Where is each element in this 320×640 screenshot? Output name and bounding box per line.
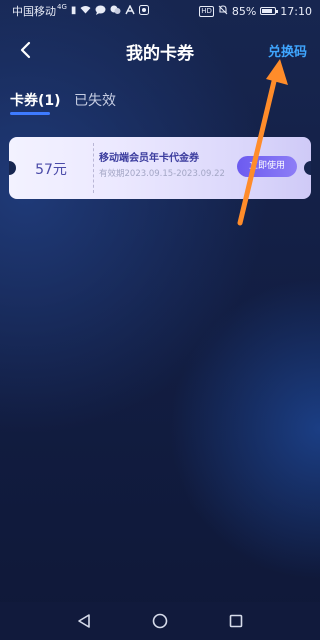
app-notification-icon [125, 3, 136, 18]
tab-expired[interactable]: 已失效 [74, 90, 116, 110]
square-recents-icon [229, 614, 243, 628]
app-badge-icon [139, 4, 150, 18]
status-right: HD 85% 17:10 [199, 5, 312, 18]
message-icon [95, 5, 106, 18]
annotation-arrow-icon [237, 59, 288, 226]
battery-icon [260, 7, 279, 15]
mute-icon [218, 4, 228, 18]
coupon-validity: 有效期2023.09.15-2023.09.22 [99, 169, 225, 179]
coupon-amount: 57元 [35, 162, 67, 178]
battery-level-fill [262, 9, 273, 13]
clock: 17:10 [280, 4, 312, 18]
coupon-divider [93, 143, 94, 193]
tab-coupons[interactable]: 卡券(1) [10, 90, 61, 110]
nav-home-button[interactable] [150, 611, 170, 631]
nav-recents-button[interactable] [226, 611, 246, 631]
wifi-icon [80, 5, 91, 17]
carrier-name: 中国移动 [12, 5, 56, 18]
coupon-name: 移动端会员年卡代金券 [99, 153, 199, 164]
triangle-back-icon [78, 614, 90, 628]
hd-badge: HD [199, 5, 214, 17]
chat-app-icon [110, 5, 121, 18]
circle-home-icon [152, 613, 168, 629]
battery-percent: 85% [231, 4, 257, 18]
status-bar: 中国移动 4G ▮ HD 85% 17:10 [0, 0, 320, 22]
network-type: 4G [57, 3, 67, 11]
active-tab-indicator [10, 112, 50, 115]
system-nav-bar [0, 602, 320, 640]
signal-icon: ▮ [70, 5, 77, 16]
nav-back-button[interactable] [74, 611, 94, 631]
status-left: 中国移动 4G ▮ [12, 3, 150, 19]
coupon-notch-right [304, 161, 311, 175]
